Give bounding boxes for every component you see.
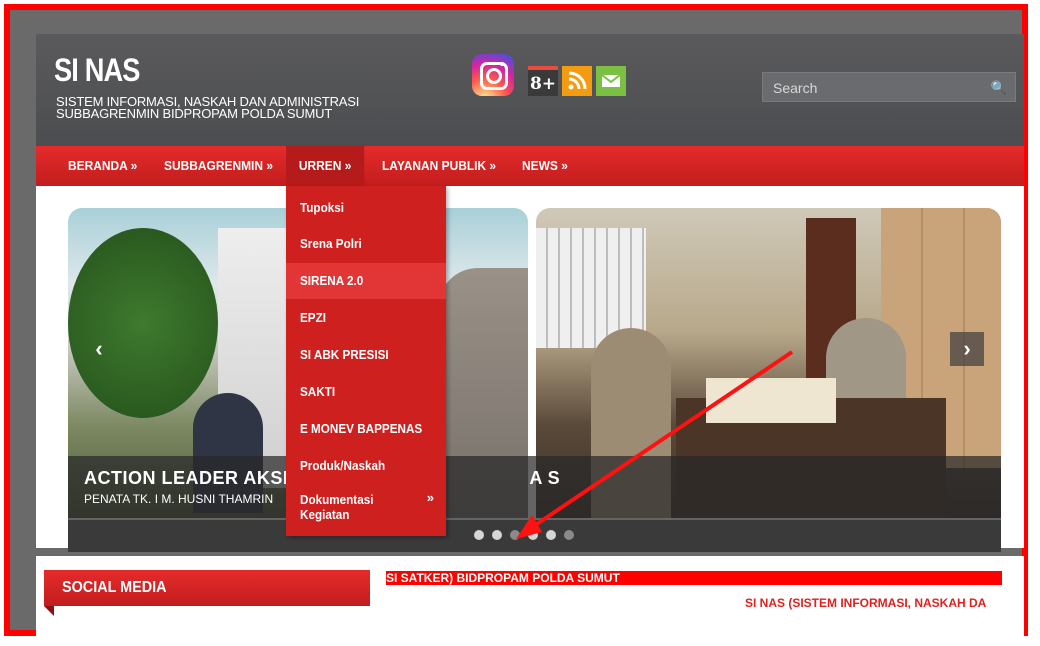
- google-plus-icon[interactable]: 8+: [528, 66, 558, 96]
- social-ribbon-fold: [44, 606, 54, 616]
- main-nav: BERANDA » SUBBAGRENMIN » URREN » LAYANAN…: [36, 146, 1024, 186]
- menu-item-produk-naskah[interactable]: Produk/Naskah: [286, 448, 446, 484]
- site-subtitle: SISTEM INFORMASI, NASKAH DAN ADMINISTRAS…: [56, 95, 359, 121]
- menu-item-sakti[interactable]: SAKTI: [286, 374, 446, 410]
- menu-item-e-monev-bappenas[interactable]: E MONEV BAPPENAS: [286, 411, 446, 447]
- nav-item-layanan-publik[interactable]: LAYANAN PUBLIK »: [382, 146, 496, 186]
- submenu-arrow-icon: »: [426, 490, 434, 505]
- slider-dot[interactable]: [528, 530, 538, 540]
- running-text-banner: SI SATKER) BIDPROPAM POLDA SUMUT: [386, 571, 1002, 585]
- menu-item-sirena[interactable]: SIRENA 2.0: [286, 263, 446, 299]
- site-logo[interactable]: SI NAS: [54, 54, 140, 86]
- urren-dropdown-menu: Tupoksi Srena Polri SIRENA 2.0 EPZI SI A…: [286, 186, 446, 536]
- nav-item-subbagrenmin[interactable]: SUBBAGRENMIN »: [164, 146, 273, 186]
- running-text-line: SI NAS (SISTEM INFORMASI, NASKAH DA: [745, 596, 987, 610]
- slide-caption-subtitle: PENATA TK. I M. HUSNI THAMRIN: [84, 492, 274, 506]
- menu-item-dokumentasi-kegiatan[interactable]: Dokumentasi Kegiatan »: [286, 490, 446, 530]
- slider-next-button[interactable]: ›: [950, 332, 984, 366]
- slider-pagination: [68, 520, 1001, 552]
- slide-caption: ACTION LEADER AKSI IA S PENATA TK. I M. …: [68, 456, 1001, 520]
- menu-item-srena-polri[interactable]: Srena Polri: [286, 226, 446, 262]
- mail-icon[interactable]: [596, 66, 626, 96]
- nav-item-urren[interactable]: URREN »: [286, 146, 365, 186]
- search-icon[interactable]: 🔍: [991, 80, 1007, 96]
- subtitle-line-2: SUBBAGRENMIN BIDPROPAM POLDA SUMUT: [56, 106, 333, 121]
- menu-item-tupoksi[interactable]: Tupoksi: [286, 190, 446, 226]
- slider-dot-active[interactable]: [510, 530, 520, 540]
- social-media-heading: SOCIAL MEDIA: [44, 570, 370, 606]
- nav-item-news[interactable]: NEWS »: [522, 146, 568, 186]
- menu-item-si-abk-presisi[interactable]: SI ABK PRESISI: [286, 337, 446, 373]
- search-input[interactable]: [771, 79, 985, 97]
- search-box: 🔍: [762, 72, 1016, 102]
- menu-item-epzi[interactable]: EPZI: [286, 300, 446, 336]
- site-header: SI NAS SISTEM INFORMASI, NASKAH DAN ADMI…: [36, 34, 1024, 146]
- slider-dot[interactable]: [564, 530, 574, 540]
- instagram-icon[interactable]: [472, 54, 514, 96]
- main-content: ACTION LEADER AKSI IA S PENATA TK. I M. …: [36, 186, 1024, 552]
- nav-item-beranda[interactable]: BERANDA »: [68, 146, 137, 186]
- rss-icon[interactable]: [562, 66, 592, 96]
- slider-dot[interactable]: [492, 530, 502, 540]
- slider-prev-button[interactable]: ‹: [82, 332, 116, 366]
- slider-dot[interactable]: [546, 530, 556, 540]
- slider-dot[interactable]: [474, 530, 484, 540]
